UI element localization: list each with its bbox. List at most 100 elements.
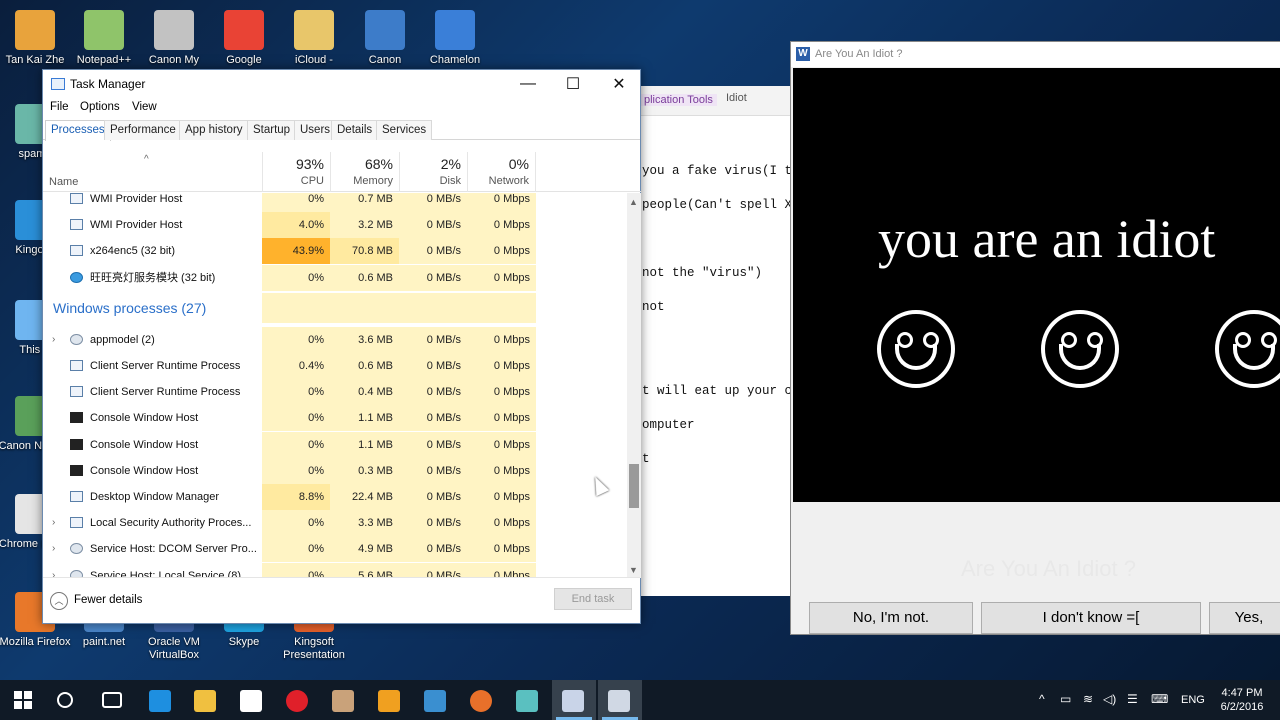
process-name: appmodel (2) bbox=[90, 333, 155, 346]
app-icon[interactable] bbox=[424, 690, 446, 712]
table-row[interactable]: WMI Provider Host 0% 0.7 MB 0 MB/s 0 Mbps bbox=[43, 193, 627, 212]
task-manager-taskbar-icon[interactable] bbox=[608, 690, 630, 712]
desktop-icon[interactable]: Notepad++ bbox=[66, 10, 142, 67]
language-indicator[interactable]: ENG bbox=[1181, 694, 1205, 706]
scroll-up-icon[interactable]: ▲ bbox=[629, 197, 638, 207]
chevron-right-icon[interactable]: › bbox=[52, 563, 55, 578]
document-line: people(Can't spell X bbox=[642, 198, 793, 212]
desktop-icon[interactable]: Google bbox=[206, 10, 282, 67]
desktop-icon[interactable]: Chamelon bbox=[417, 10, 493, 67]
scrollbar-thumb[interactable] bbox=[629, 464, 639, 508]
firefox-icon[interactable] bbox=[470, 690, 492, 712]
tools-icon[interactable] bbox=[378, 690, 400, 712]
clock[interactable]: 4:47 PM 6/2/2016 bbox=[1210, 686, 1274, 714]
desktop-icon-label: Google bbox=[226, 54, 262, 66]
table-row[interactable]: 旺旺亮灯服务模块 (32 bit) 0% 0.6 MB 0 MB/s 0 Mbps bbox=[43, 264, 627, 291]
column-cpu[interactable]: 93% CPU bbox=[262, 152, 330, 192]
chevron-right-icon[interactable]: › bbox=[52, 536, 55, 562]
app-icon[interactable] bbox=[332, 690, 354, 712]
document-line: t bbox=[642, 452, 650, 466]
tab-performance[interactable]: Performance bbox=[104, 120, 182, 140]
tab-users[interactable]: Users bbox=[294, 120, 337, 140]
desktop-icon[interactable]: Tan Kai Zhe bbox=[0, 10, 73, 67]
taskbar: ^ ▭ ≋ ◁) ☰ ⌨ ENG 4:47 PM 6/2/2016 bbox=[0, 680, 1280, 720]
document-line: omputer bbox=[642, 418, 695, 432]
dont-know-button[interactable]: I don't know =[ bbox=[981, 602, 1201, 634]
tab-app-history[interactable]: App history bbox=[179, 120, 249, 140]
menu-view[interactable]: View bbox=[132, 101, 157, 113]
keyboard-icon[interactable]: ⌨ bbox=[1151, 692, 1168, 706]
start-button[interactable] bbox=[14, 691, 32, 709]
close-button[interactable]: ✕ bbox=[597, 70, 641, 98]
chevron-up-icon[interactable]: ^ bbox=[1039, 692, 1045, 706]
task-manager-titlebar[interactable]: Task Manager — ☐ ✕ bbox=[43, 70, 640, 98]
desktop-icon-label: Canon bbox=[368, 54, 402, 66]
table-row[interactable]: Client Server Runtime Process 0.4% 0.6 MB 0… bbox=[43, 353, 627, 379]
section-heat-cell bbox=[330, 292, 399, 323]
menu-options[interactable]: Options bbox=[80, 101, 120, 113]
chevron-right-icon[interactable]: › bbox=[52, 510, 55, 536]
word-window-icon[interactable] bbox=[562, 690, 584, 712]
scroll-down-icon[interactable]: ▼ bbox=[629, 565, 638, 575]
chevron-up-icon[interactable]: ︿ bbox=[50, 592, 68, 610]
table-row[interactable]: › appmodel (2) 0% 3.6 MB 0 MB/s 0 Mbps bbox=[43, 326, 627, 353]
desktop-icon-label: Canon My bbox=[148, 54, 200, 66]
store-icon[interactable] bbox=[240, 690, 262, 712]
idiot-titlebar[interactable]: W Are You An Idiot ? bbox=[791, 42, 1280, 67]
tab-startup[interactable]: Startup bbox=[247, 120, 297, 140]
process-list-scrollbar[interactable]: ▲ ▼ bbox=[627, 193, 641, 578]
tab-details[interactable]: Details bbox=[331, 120, 379, 140]
file-explorer-icon[interactable] bbox=[194, 690, 216, 712]
wifi-icon[interactable]: ≋ bbox=[1083, 692, 1093, 706]
column-disk[interactable]: 2% Disk bbox=[399, 152, 467, 192]
minimize-button[interactable]: — bbox=[506, 70, 550, 98]
tab-processes[interactable]: Processes bbox=[45, 120, 111, 141]
opera-icon[interactable] bbox=[286, 690, 308, 712]
desktop-icon[interactable]: Canon bbox=[347, 10, 423, 67]
task-view-icon[interactable] bbox=[102, 692, 122, 708]
process-mem: 3.3 MB bbox=[330, 510, 399, 537]
process-disk: 0 MB/s bbox=[399, 536, 467, 563]
volume-icon[interactable]: ◁) bbox=[1103, 692, 1116, 706]
search-icon[interactable] bbox=[57, 692, 73, 708]
process-cpu: 0% bbox=[262, 405, 330, 432]
yes-button[interactable]: Yes, bbox=[1209, 602, 1280, 634]
tab-services[interactable]: Services bbox=[376, 120, 433, 140]
no-button[interactable]: No, I'm not. bbox=[809, 602, 973, 634]
process-mem: 70.8 MB bbox=[330, 238, 399, 265]
task-manager-window[interactable]: Task Manager — ☐ ✕ File Options View Pro… bbox=[42, 69, 641, 624]
application-tools-tab[interactable]: plication Tools bbox=[640, 94, 717, 106]
column-network[interactable]: 0% Network bbox=[467, 152, 536, 192]
end-task-button[interactable]: End task bbox=[554, 588, 632, 610]
document-line: not bbox=[642, 300, 665, 314]
app-icon[interactable] bbox=[516, 690, 538, 712]
table-row[interactable]: › Service Host: DCOM Server Pro... 0% 4.9 M… bbox=[43, 536, 627, 563]
process-cpu: 0% bbox=[262, 326, 330, 353]
table-row[interactable]: x264enc5 (32 bit) 43.9% 70.8 MB 0 MB/s 0 Mbp… bbox=[43, 238, 627, 265]
edge-icon[interactable] bbox=[149, 690, 171, 712]
desktop-icon[interactable]: iCloud - bbox=[276, 10, 352, 67]
section-title[interactable]: Windows processes (27) bbox=[53, 293, 206, 323]
idiot-window[interactable]: W Are You An Idiot ? you are an idiot Ar… bbox=[790, 41, 1280, 635]
table-row[interactable]: Console Window Host 0% 1.1 MB 0 MB/s 0 Mbps bbox=[43, 405, 627, 432]
table-row[interactable]: › Local Security Authority Proces... 0% 3.3… bbox=[43, 510, 627, 537]
table-row[interactable]: › Service Host: Local Service (8) 0% 5.6 MB… bbox=[43, 562, 627, 578]
process-mem: 0.6 MB bbox=[330, 264, 399, 291]
maximize-button[interactable]: ☐ bbox=[551, 70, 595, 98]
process-list[interactable]: WMI Provider Host 0% 0.7 MB 0 MB/s 0 Mbps WMI… bbox=[43, 193, 627, 578]
table-row[interactable]: Desktop Window Manager 8.8% 22.4 MB 0 MB/s 0… bbox=[43, 484, 627, 510]
table-row[interactable]: Console Window Host 0% 1.1 MB 0 MB/s 0 Mbps bbox=[43, 431, 627, 458]
table-row[interactable]: Console Window Host 0% 0.3 MB 0 MB/s 0 Mbps bbox=[43, 457, 627, 484]
table-row[interactable]: WMI Provider Host 4.0% 3.2 MB 0 MB/s 0 Mbps bbox=[43, 212, 627, 239]
column-name[interactable]: Name bbox=[49, 176, 78, 188]
chevron-right-icon[interactable]: › bbox=[52, 327, 55, 353]
process-name: Local Security Authority Proces... bbox=[90, 517, 252, 530]
user-folder-icon bbox=[15, 10, 55, 50]
notifications-icon[interactable]: ☰ bbox=[1127, 692, 1138, 706]
menu-file[interactable]: File bbox=[50, 101, 69, 113]
fewer-details-link[interactable]: Fewer details bbox=[74, 594, 142, 606]
battery-icon[interactable]: ▭ bbox=[1060, 692, 1071, 706]
table-row[interactable]: Client Server Runtime Process 0% 0.4 MB 0 M… bbox=[43, 379, 627, 406]
desktop-icon[interactable]: Canon My bbox=[136, 10, 212, 67]
column-memory[interactable]: 68% Memory bbox=[330, 152, 399, 192]
